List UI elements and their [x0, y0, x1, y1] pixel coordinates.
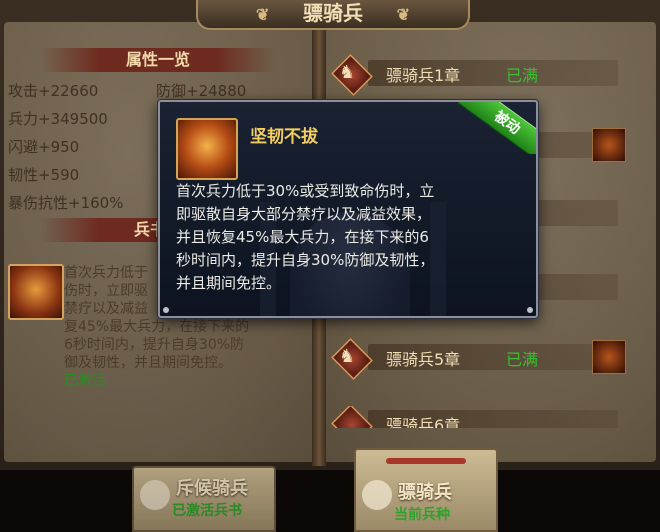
stat-dodge: 闪避+950 [8, 138, 80, 156]
desc-line: 6秒时间内，提升自身30%防 [64, 337, 245, 353]
horse-head-icon [140, 480, 170, 510]
desc-line: 并且恢复45%最大兵力，在接下来的6 [176, 228, 429, 246]
desc-line: 并且期间免控。 [176, 274, 282, 292]
attributes-title: 属性一览 [125, 50, 190, 69]
stat-toughness: 韧性+590 [8, 166, 80, 184]
stat-troops: 兵力+349500 [8, 110, 108, 128]
desc-line: 御及韧性，并且期间免控。 [64, 355, 232, 371]
desc-line: 秒时间内，提升自身30%防御及韧性， [176, 251, 435, 269]
passive-label: 被动 [458, 102, 536, 154]
tab-label: 斥候骑兵 [176, 478, 248, 499]
chapter-name: 骠骑兵5章 [386, 350, 461, 369]
chapter-reward-icon[interactable] [592, 340, 626, 374]
desc-line: 即驱散自身大部分禁疗以及减益效果， [176, 205, 432, 223]
chapter-name: 骠骑兵1章 [386, 66, 461, 85]
tab-sublabel: 当前兵种 [394, 507, 450, 523]
tab-scout-cavalry[interactable]: 斥候骑兵 已激活兵书 [132, 466, 276, 532]
horse-head-icon [362, 480, 392, 510]
horse-icon: ♞ [339, 346, 356, 367]
chapter-item-5[interactable]: ♞ 骠骑兵5章 已满 [330, 338, 630, 380]
tab-label: 骠骑兵 [398, 482, 452, 503]
stat-attack: 攻击+22660 [8, 82, 99, 100]
skill-description: 首次兵力低于30%或受到致命伤时，立 即驱散自身大部分禁疗以及减益效果， 并且恢… [176, 180, 520, 295]
skill-icon[interactable] [8, 264, 64, 320]
page-title: 骠骑兵 [303, 1, 363, 25]
chapter-item-1[interactable]: ♞ 骠骑兵1章 已满 [330, 54, 630, 96]
corner-rivet-icon [163, 307, 169, 313]
scroll-ornament-icon: ❦ [256, 5, 270, 24]
stat-defense: 防御+24880 [156, 82, 247, 100]
desc-line: 首次兵力低于30%或受到致命伤时，立 [176, 182, 435, 200]
passive-ribbon: 被动 [458, 102, 536, 154]
selected-indicator [386, 458, 466, 464]
activation-status: 已激活 [64, 373, 106, 389]
skill-icon [176, 118, 238, 180]
chapter-state: 已满 [506, 350, 539, 369]
skill-tooltip: 被动 坚韧不拔 首次兵力低于30%或受到致命伤时，立 即驱散自身大部分禁疗以及减… [158, 100, 538, 318]
corner-rivet-icon [527, 307, 533, 313]
attributes-banner: 属性一览 [40, 48, 276, 72]
tab-sublabel: 已激活兵书 [172, 503, 242, 519]
chapter-name: 骠骑兵6章 [386, 416, 461, 428]
chapter-badge [331, 406, 373, 428]
stat-crit-resist: 暴伤抗性+160% [8, 194, 124, 212]
title-plate: ❦ 骠骑兵 ❦ [196, 0, 470, 30]
scroll-ornament-icon: ❦ [396, 5, 410, 24]
chapter-reward-icon[interactable] [592, 128, 626, 162]
chapter-item-6[interactable]: 骠骑兵6章 [330, 406, 630, 428]
skill-name: 坚韧不拔 [250, 127, 318, 147]
tab-hussar[interactable]: 骠骑兵 当前兵种 [354, 448, 498, 532]
horse-icon: ♞ [339, 62, 356, 83]
desc-line: 复45%最大兵力，在接下来的 [64, 319, 250, 335]
chapter-state: 已满 [506, 66, 539, 85]
